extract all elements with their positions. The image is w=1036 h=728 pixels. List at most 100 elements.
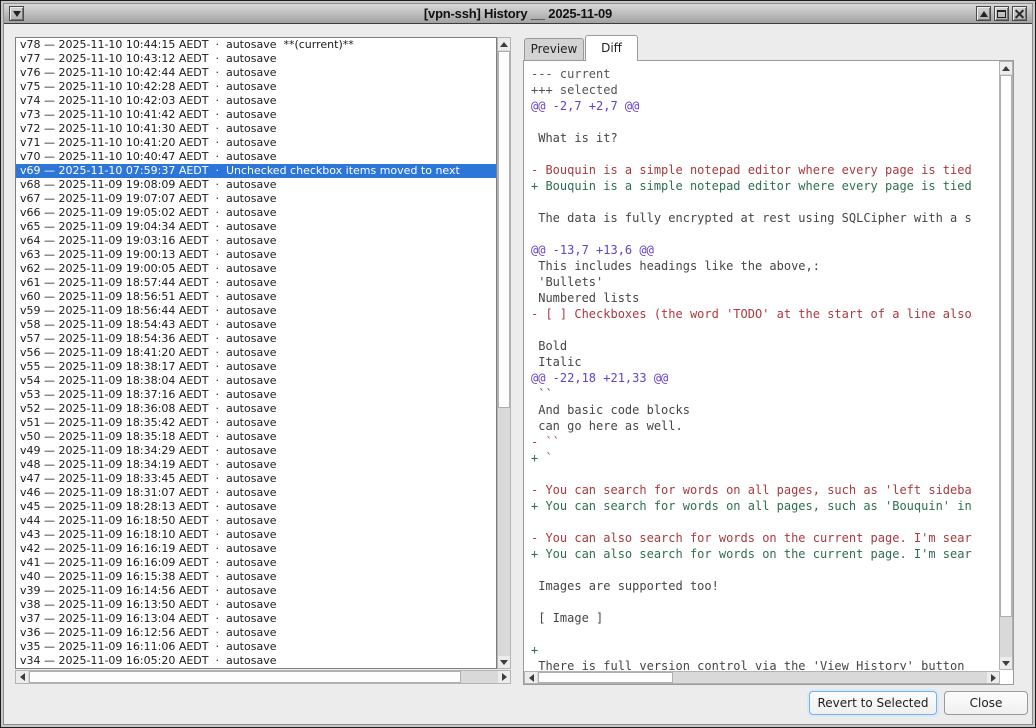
list-item[interactable]: v48 — 2025-11-09 18:34:19 AEDT · autosav… <box>16 458 496 472</box>
list-item[interactable]: v39 — 2025-11-09 16:14:56 AEDT · autosav… <box>16 584 496 598</box>
diff-line-del: - You can also search for words on the c… <box>531 530 999 546</box>
scroll-down-arrow-icon[interactable] <box>1000 657 1012 669</box>
list-item[interactable]: v54 — 2025-11-09 18:38:04 AEDT · autosav… <box>16 374 496 388</box>
diff-line-context: There is full version control via the 'V… <box>531 658 999 670</box>
list-item[interactable]: v47 — 2025-11-09 18:33:45 AEDT · autosav… <box>16 472 496 486</box>
scroll-left-arrow-icon[interactable] <box>525 672 537 683</box>
version-list[interactable]: v78 — 2025-11-10 10:44:15 AEDT · autosav… <box>15 37 497 669</box>
close-button[interactable]: Close <box>944 691 1028 715</box>
close-window-button[interactable] <box>1012 6 1027 21</box>
list-item[interactable]: v35 — 2025-11-09 16:11:06 AEDT · autosav… <box>16 640 496 654</box>
diff-line-header: +++ selected <box>531 82 999 98</box>
list-item[interactable]: v55 — 2025-11-09 18:38:17 AEDT · autosav… <box>16 360 496 374</box>
diff-line-context <box>531 114 999 130</box>
list-item[interactable]: v76 — 2025-11-10 10:42:44 AEDT · autosav… <box>16 66 496 80</box>
diff-line-context <box>531 466 999 482</box>
maximize-button[interactable] <box>994 6 1009 21</box>
list-item[interactable]: v52 — 2025-11-09 18:36:08 AEDT · autosav… <box>16 402 496 416</box>
scroll-down-arrow-icon[interactable] <box>498 656 510 668</box>
scroll-left-arrow-icon[interactable] <box>16 671 28 683</box>
tab-diff[interactable]: Diff <box>585 35 638 61</box>
list-item[interactable]: v57 — 2025-11-09 18:54:36 AEDT · autosav… <box>16 332 496 346</box>
list-item[interactable]: v68 — 2025-11-09 19:08:09 AEDT · autosav… <box>16 178 496 192</box>
diff-line-add: + Bouquin is a simple notepad editor whe… <box>531 178 999 194</box>
diff-line-add: + ` <box>531 450 999 466</box>
diff-line-context <box>531 562 999 578</box>
list-item[interactable]: v44 — 2025-11-09 16:18:50 AEDT · autosav… <box>16 514 496 528</box>
list-item[interactable]: v66 — 2025-11-09 19:05:02 AEDT · autosav… <box>16 206 496 220</box>
diff-line-add: + You can search for words on all pages,… <box>531 498 999 514</box>
shade-icon <box>980 11 988 17</box>
list-item[interactable]: v33 — 2025-11-09 16:05:01 AEDT · autosav… <box>16 668 496 669</box>
list-item[interactable]: v56 — 2025-11-09 18:41:20 AEDT · autosav… <box>16 346 496 360</box>
list-item[interactable]: v78 — 2025-11-10 10:44:15 AEDT · autosav… <box>16 38 496 52</box>
version-list-vscrollbar[interactable] <box>497 37 511 669</box>
version-list-hscrollbar[interactable] <box>15 670 511 684</box>
revert-to-selected-button[interactable]: Revert to Selected <box>809 691 937 715</box>
list-item[interactable]: v50 — 2025-11-09 18:35:18 AEDT · autosav… <box>16 430 496 444</box>
list-item[interactable]: v38 — 2025-11-09 16:13:50 AEDT · autosav… <box>16 598 496 612</box>
list-item[interactable]: v49 — 2025-11-09 18:34:29 AEDT · autosav… <box>16 444 496 458</box>
list-item[interactable]: v41 — 2025-11-09 16:16:09 AEDT · autosav… <box>16 556 496 570</box>
diff-line-context: [ Image ] <box>531 610 999 626</box>
list-item[interactable]: v40 — 2025-11-09 16:15:38 AEDT · autosav… <box>16 570 496 584</box>
diff-line-context: Numbered lists <box>531 290 999 306</box>
list-item[interactable]: v59 — 2025-11-09 18:56:44 AEDT · autosav… <box>16 304 496 318</box>
diff-line-del: - Bouquin is a simple notepad editor whe… <box>531 162 999 178</box>
list-item[interactable]: v62 — 2025-11-09 19:00:05 AEDT · autosav… <box>16 262 496 276</box>
hscrollbar-thumb[interactable] <box>29 671 461 683</box>
diff-line-context: Italic <box>531 354 999 370</box>
list-item[interactable]: v43 — 2025-11-09 16:18:10 AEDT · autosav… <box>16 528 496 542</box>
diff-line-del: - You can search for words on all pages,… <box>531 482 999 498</box>
list-item[interactable]: v36 — 2025-11-09 16:12:56 AEDT · autosav… <box>16 626 496 640</box>
titlebar[interactable]: [vpn-ssh] History __ 2025-11-09 <box>4 4 1032 24</box>
vscrollbar-thumb[interactable] <box>498 51 510 408</box>
window-title: [vpn-ssh] History __ 2025-11-09 <box>4 6 1032 21</box>
list-item[interactable]: v58 — 2025-11-09 18:54:43 AEDT · autosav… <box>16 318 496 332</box>
list-item[interactable]: v61 — 2025-11-09 18:57:44 AEDT · autosav… <box>16 276 496 290</box>
list-item[interactable]: v69 — 2025-11-10 07:59:37 AEDT · Uncheck… <box>16 164 496 178</box>
list-item[interactable]: v77 — 2025-11-10 10:43:12 AEDT · autosav… <box>16 52 496 66</box>
diff-line-context <box>531 626 999 642</box>
close-icon <box>1015 9 1024 18</box>
vscrollbar-thumb[interactable] <box>1000 75 1012 617</box>
list-item[interactable]: v64 — 2025-11-09 19:03:16 AEDT · autosav… <box>16 234 496 248</box>
scroll-right-arrow-icon[interactable] <box>498 671 510 683</box>
list-item[interactable]: v67 — 2025-11-09 19:07:07 AEDT · autosav… <box>16 192 496 206</box>
diff-line-context: The data is fully encrypted at rest usin… <box>531 210 999 226</box>
list-item[interactable]: v42 — 2025-11-09 16:16:19 AEDT · autosav… <box>16 542 496 556</box>
list-item[interactable]: v53 — 2025-11-09 18:37:16 AEDT · autosav… <box>16 388 496 402</box>
hscrollbar-thumb[interactable] <box>538 672 673 683</box>
list-item[interactable]: v46 — 2025-11-09 18:31:07 AEDT · autosav… <box>16 486 496 500</box>
list-item[interactable]: v73 — 2025-11-10 10:41:42 AEDT · autosav… <box>16 108 496 122</box>
list-item[interactable]: v45 — 2025-11-09 18:28:13 AEDT · autosav… <box>16 500 496 514</box>
diff-line-context: Bold <box>531 338 999 354</box>
list-item[interactable]: v74 — 2025-11-10 10:42:03 AEDT · autosav… <box>16 94 496 108</box>
diff-line-del: - [ ] Checkboxes (the word 'TODO' at the… <box>531 306 999 322</box>
list-item[interactable]: v71 — 2025-11-10 10:41:20 AEDT · autosav… <box>16 136 496 150</box>
diff-line-context: `` <box>531 386 999 402</box>
list-item[interactable]: v34 — 2025-11-09 16:05:20 AEDT · autosav… <box>16 654 496 668</box>
diff-line-add: + You can also search for words on the c… <box>531 546 999 562</box>
list-item[interactable]: v70 — 2025-11-10 10:40:47 AEDT · autosav… <box>16 150 496 164</box>
scroll-up-arrow-icon[interactable] <box>1000 62 1012 74</box>
list-item[interactable]: v75 — 2025-11-10 10:42:28 AEDT · autosav… <box>16 80 496 94</box>
diff-line-context <box>531 594 999 610</box>
diff-line-context <box>531 226 999 242</box>
list-item[interactable]: v72 — 2025-11-10 10:41:30 AEDT · autosav… <box>16 122 496 136</box>
list-item[interactable]: v37 — 2025-11-09 16:13:04 AEDT · autosav… <box>16 612 496 626</box>
diff-line-hunk: @@ -13,7 +13,6 @@ <box>531 242 999 258</box>
list-item[interactable]: v65 — 2025-11-09 19:04:34 AEDT · autosav… <box>16 220 496 234</box>
diff-hscrollbar[interactable] <box>524 671 1000 684</box>
scroll-right-arrow-icon[interactable] <box>987 672 999 683</box>
diff-text[interactable]: --- current+++ selected@@ -2,7 +2,7 @@ W… <box>524 61 999 670</box>
scroll-up-arrow-icon[interactable] <box>498 38 510 50</box>
tab-preview[interactable]: Preview <box>524 38 584 61</box>
list-item[interactable]: v60 — 2025-11-09 18:56:51 AEDT · autosav… <box>16 290 496 304</box>
shade-button[interactable] <box>976 6 991 21</box>
list-item[interactable]: v63 — 2025-11-09 19:00:13 AEDT · autosav… <box>16 248 496 262</box>
list-item[interactable]: v51 — 2025-11-09 18:35:42 AEDT · autosav… <box>16 416 496 430</box>
diff-line-context: And basic code blocks <box>531 402 999 418</box>
diff-line-context <box>531 146 999 162</box>
diff-vscrollbar[interactable] <box>999 61 1013 670</box>
